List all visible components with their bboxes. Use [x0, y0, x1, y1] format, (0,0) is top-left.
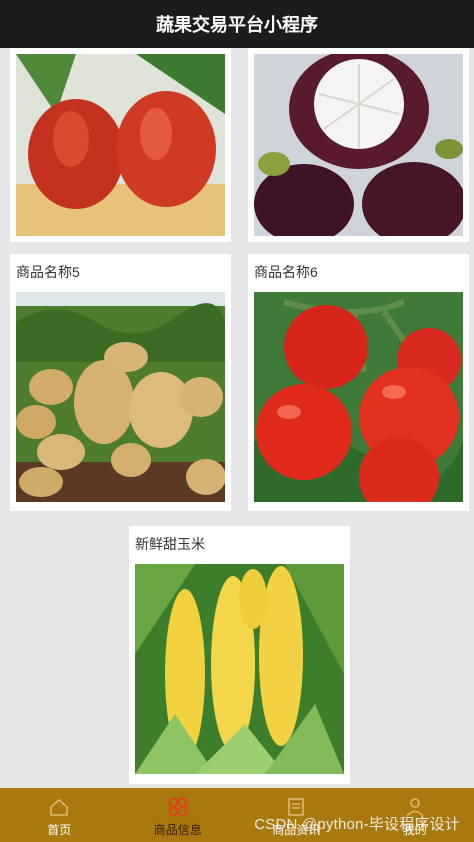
tab-label: 首页: [47, 823, 72, 837]
app-title-bar: 蔬果交易平台小程序: [0, 0, 474, 48]
tomato-photo[interactable]: [254, 292, 463, 502]
product-card[interactable]: [10, 48, 231, 242]
mangosteen-photo[interactable]: [254, 54, 463, 236]
tab-home[interactable]: 首页: [0, 788, 119, 842]
product-grid-icon: [168, 797, 188, 817]
tab-label: 商品信息: [153, 823, 202, 837]
product-card[interactable]: [248, 48, 469, 242]
product-card[interactable]: 商品名称6: [248, 254, 469, 511]
product-name: 商品名称6: [254, 264, 318, 280]
product-name: 新鲜甜玉米: [135, 536, 205, 552]
potato-photo[interactable]: [16, 292, 225, 502]
product-grid[interactable]: 商品名称5 商品名称6 新鲜甜玉米: [0, 48, 474, 788]
watermark-text: CSDN @python-毕设程序设计: [254, 816, 460, 833]
product-card[interactable]: 商品名称5: [10, 254, 231, 511]
tab-products[interactable]: 商品信息: [119, 788, 238, 842]
app-title: 蔬果交易平台小程序: [156, 15, 318, 35]
sweet-corn-photo[interactable]: [135, 564, 344, 774]
home-icon: [50, 798, 69, 816]
rose-apple-photo[interactable]: [16, 54, 225, 236]
product-card[interactable]: 新鲜甜玉米: [129, 526, 350, 784]
product-name: 商品名称5: [16, 264, 80, 280]
